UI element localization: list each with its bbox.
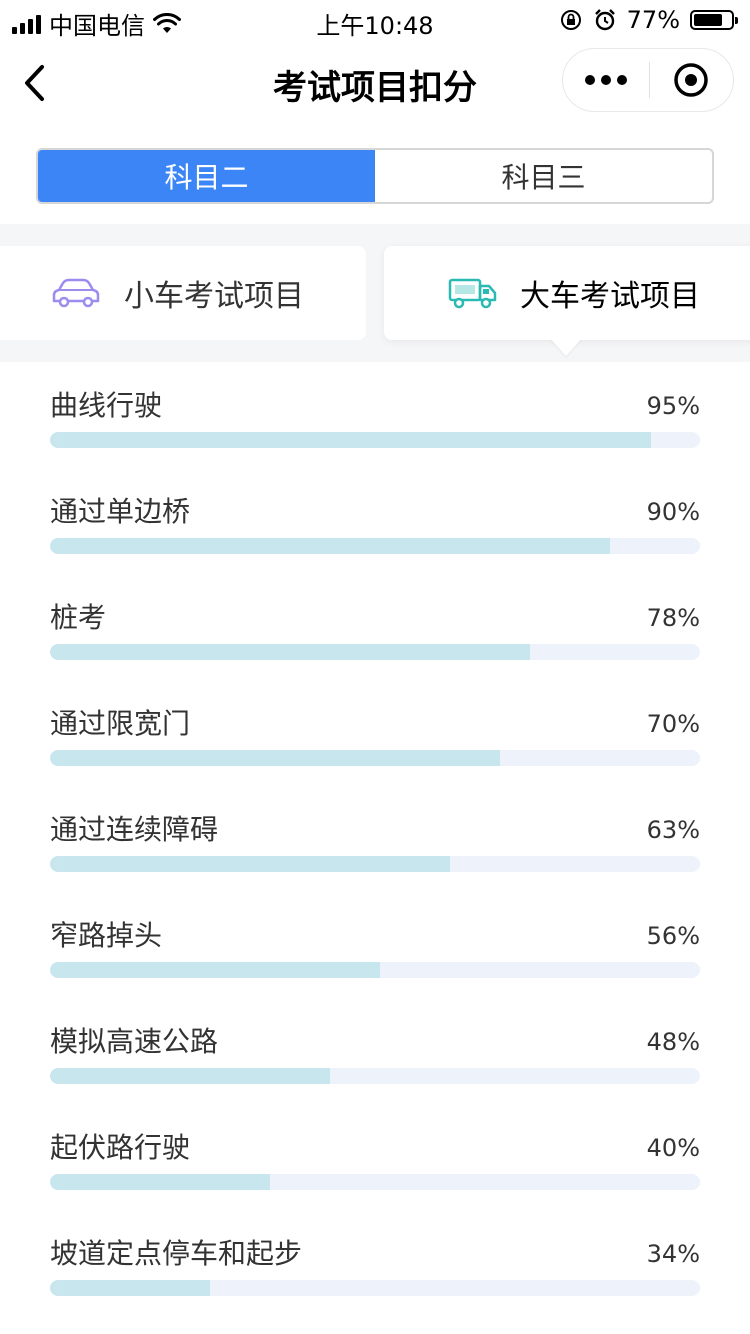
car-icon: [50, 277, 102, 309]
battery-fill: [694, 14, 722, 26]
progress-track: [50, 1174, 700, 1190]
progress-track: [50, 856, 700, 872]
item-label: 曲线行驶: [50, 389, 163, 422]
tab-large-vehicle[interactable]: 大车考试项目: [384, 246, 750, 340]
progress-fill: [50, 538, 611, 554]
target-close-icon: [674, 63, 708, 97]
progress-fill: [50, 856, 450, 872]
item-label: 通过限宽门: [50, 707, 191, 740]
item-percent: 70%: [646, 710, 700, 738]
item-percent: 78%: [646, 604, 700, 632]
item-label: 通过单边桥: [50, 495, 191, 528]
alarm-icon: [594, 9, 615, 31]
exam-item-list: 曲线行驶 95% 通过单边桥 90% 桩考 78% 通过限宽门 70% 通过连续障碍 63% 窄路掉…: [0, 362, 750, 1316]
close-button[interactable]: [650, 48, 734, 112]
list-item: 桩考 78%: [0, 574, 750, 680]
list-item: 起伏路行驶 40%: [0, 1104, 750, 1210]
tab-subject-two[interactable]: 科目二: [38, 150, 375, 202]
more-button[interactable]: [563, 48, 649, 112]
tab-subject-three[interactable]: 科目三: [375, 150, 712, 202]
progress-track: [50, 1068, 700, 1084]
progress-track: [50, 1280, 700, 1296]
progress-fill: [50, 432, 652, 448]
vehicle-tabs: 小车考试项目 大车考试项目: [0, 224, 750, 362]
list-item: 曲线行驶 95%: [0, 362, 750, 468]
item-label: 桩考: [50, 601, 107, 634]
progress-track: [50, 750, 700, 766]
truck-icon: [448, 276, 498, 310]
rotation-lock-icon: [560, 10, 581, 30]
item-label: 坡道定点停车和起步: [50, 1237, 303, 1270]
progress-fill: [50, 1280, 210, 1296]
item-label: 通过连续障碍: [50, 813, 219, 846]
battery-percent: 77%: [626, 6, 680, 34]
item-percent: 56%: [646, 922, 700, 950]
item-percent: 95%: [646, 392, 700, 420]
tab-large-vehicle-label: 大车考试项目: [520, 279, 700, 314]
progress-fill: [50, 1068, 331, 1084]
mini-program-capsule: [562, 48, 734, 112]
subject-segmented-control: 科目二 科目三: [36, 148, 714, 204]
list-item: 通过连续障碍 63%: [0, 786, 750, 892]
status-right: 77%: [559, 6, 738, 34]
tab-small-car[interactable]: 小车考试项目: [0, 246, 366, 340]
item-label: 起伏路行驶: [50, 1131, 191, 1164]
progress-track: [50, 432, 700, 448]
item-percent: 63%: [646, 816, 700, 844]
more-icon: [584, 75, 595, 85]
list-item: 坡道定点停车和起步 34%: [0, 1210, 750, 1316]
progress-track: [50, 962, 700, 978]
item-label: 窄路掉头: [50, 919, 163, 952]
battery-icon: [690, 10, 738, 30]
item-percent: 34%: [646, 1240, 700, 1268]
tab-small-car-label: 小车考试项目: [124, 279, 304, 314]
progress-fill: [50, 644, 530, 660]
status-bar: 中国电信 上午10:48 77%: [0, 0, 750, 40]
item-label: 模拟高速公路: [50, 1025, 219, 1058]
progress-fill: [50, 750, 500, 766]
list-item: 模拟高速公路 48%: [0, 998, 750, 1104]
list-item: 通过单边桥 90%: [0, 468, 750, 574]
list-item: 窄路掉头 56%: [0, 892, 750, 998]
progress-track: [50, 644, 700, 660]
item-percent: 40%: [646, 1134, 700, 1162]
list-item: 通过限宽门 70%: [0, 680, 750, 786]
progress-track: [50, 538, 700, 554]
item-percent: 48%: [646, 1028, 700, 1056]
progress-fill: [50, 962, 381, 978]
selected-tab-pointer: [550, 338, 582, 356]
nav-bar: 考试项目扣分: [0, 44, 750, 124]
item-percent: 90%: [646, 498, 700, 526]
progress-fill: [50, 1174, 270, 1190]
